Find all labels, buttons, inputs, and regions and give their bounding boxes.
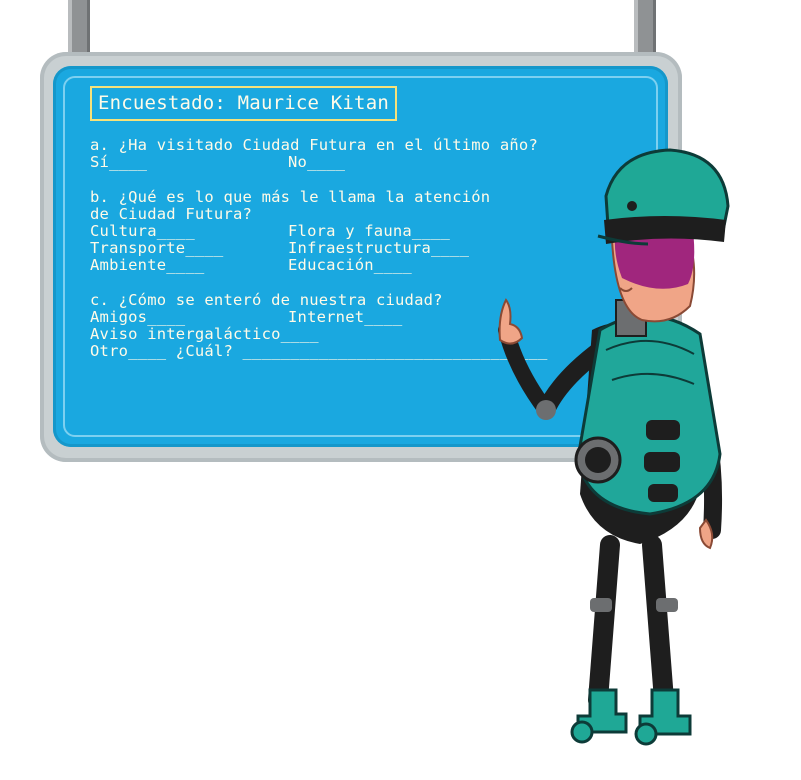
cap [597,148,730,246]
character-illustration [498,148,730,746]
character-boots [570,688,692,746]
character-legs [588,535,678,710]
backpack [574,314,722,516]
